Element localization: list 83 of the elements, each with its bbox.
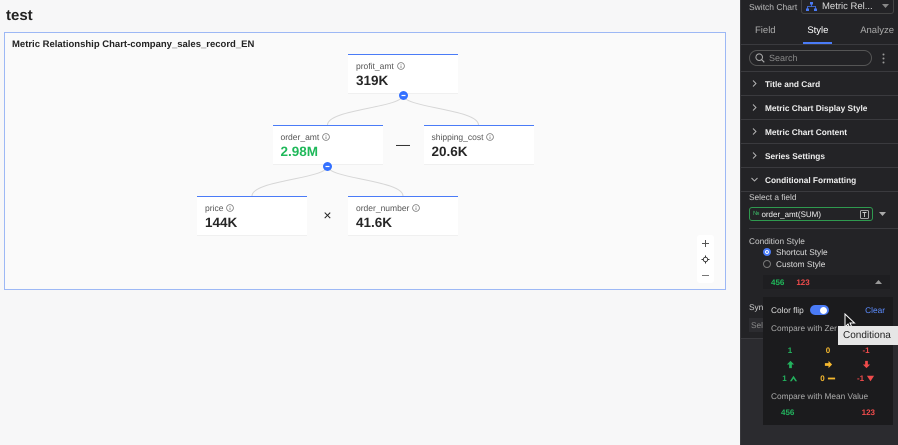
sample-with-mark[interactable]: -1 xyxy=(856,373,876,383)
collapse-icon[interactable] xyxy=(398,90,408,100)
info-icon[interactable] xyxy=(486,133,494,141)
color-flip-toggle[interactable] xyxy=(810,305,829,315)
metric-value: 2.98M xyxy=(280,144,320,159)
radio-button[interactable] xyxy=(763,248,771,256)
panel-tab[interactable]: Analyze xyxy=(856,18,898,44)
section-header[interactable]: Metric Chart Content xyxy=(741,120,898,144)
metric-value: 41.6K xyxy=(356,215,394,230)
text-type-icon xyxy=(860,210,869,218)
field-label: Select a field xyxy=(749,192,798,202)
tooltip: Conditiona xyxy=(838,326,898,345)
sample-value[interactable]: 456 xyxy=(781,407,794,417)
metric-label: price xyxy=(205,203,224,213)
panel-tab[interactable]: Field xyxy=(751,18,780,44)
metric-value: 144K xyxy=(205,215,238,230)
operator-sign: × xyxy=(322,207,333,223)
metric-label: shipping_cost xyxy=(432,132,484,142)
metric-card[interactable]: profit_amt 319K xyxy=(348,54,458,94)
section-header[interactable]: Series Settings xyxy=(741,144,898,168)
sample-with-mark[interactable]: 1 xyxy=(782,373,798,383)
section-header[interactable]: Title and Card xyxy=(741,72,898,96)
collapse-icon[interactable] xyxy=(323,162,332,170)
metric-card[interactable]: shipping_cost 20.6K xyxy=(424,125,534,165)
clear-link[interactable]: Clear xyxy=(865,305,885,315)
chevron-icon xyxy=(751,128,758,135)
mark-down-icon xyxy=(866,374,876,382)
metric-value: 319K xyxy=(356,73,390,88)
sample-with-mark[interactable]: 0 xyxy=(820,373,836,383)
zoom-in-icon[interactable] xyxy=(701,238,710,248)
chevron-icon xyxy=(751,80,758,87)
section-header[interactable]: Conditional Formatting xyxy=(741,168,898,192)
search-field[interactable]: Search xyxy=(749,50,872,66)
crosshair-icon[interactable] xyxy=(701,254,710,264)
operator-sign: — xyxy=(395,136,411,152)
metric-card[interactable]: price 144K xyxy=(197,196,307,236)
chart-card[interactable]: Metric Relationship Chart-company_sales_record_EN profit_amt 319K order_amt 2.98M price 144K order_number 41.6K shipping_cost 20.6K × — xyxy=(4,32,726,290)
chevron-icon xyxy=(751,176,758,183)
chevron-icon xyxy=(751,104,758,111)
info-icon[interactable] xyxy=(396,62,405,70)
panel-tab[interactable]: Style xyxy=(803,18,832,44)
chart-title: Metric Relationship Chart-company_sales_record_EN xyxy=(11,38,256,52)
metric-value: 20.6K xyxy=(432,144,469,159)
chevron-icon xyxy=(751,152,758,159)
sample-value[interactable]: 0 xyxy=(826,345,830,355)
info-icon[interactable] xyxy=(412,204,420,212)
metric-label: profit_amt xyxy=(356,61,394,71)
compare-mean-title: Compare with Mean Value xyxy=(771,391,870,401)
search-icon xyxy=(755,53,765,63)
hierarchy-icon xyxy=(806,2,817,10)
metric-card[interactable]: order_number 41.6K xyxy=(348,196,458,236)
metric-label: order_number xyxy=(356,203,410,213)
page-title: test xyxy=(5,6,34,26)
field-value: order_amt(SUM) xyxy=(761,210,822,218)
mark-up-icon xyxy=(788,374,798,382)
radio-button[interactable] xyxy=(763,260,771,268)
caret-icon xyxy=(882,4,889,8)
more-icon[interactable] xyxy=(882,52,885,64)
arrow-down-icon[interactable] xyxy=(862,360,870,368)
metric-label: order_amt xyxy=(280,132,320,142)
caret-icon xyxy=(875,280,882,284)
preview-value: 123 xyxy=(796,278,810,286)
info-icon[interactable] xyxy=(226,204,234,212)
arrow-up-icon[interactable] xyxy=(786,360,794,368)
section-header[interactable]: Metric Chart Display Style xyxy=(741,96,898,120)
chart-type-value: Metric Rel... xyxy=(822,0,874,12)
caret-icon[interactable] xyxy=(879,212,886,216)
chart-type-dropdown[interactable]: Metric Rel... xyxy=(801,0,894,14)
switch-chart-label: Switch Chart xyxy=(749,2,798,12)
condition-style-label: Condition Style xyxy=(749,236,806,246)
setting-label: Syn xyxy=(749,302,764,312)
sample-value[interactable]: 123 xyxy=(862,407,875,417)
metric-card[interactable]: order_amt 2.98M xyxy=(272,125,382,165)
radio-label: Custom Style xyxy=(776,259,826,269)
sample-value[interactable]: 1 xyxy=(788,345,792,355)
style-preview-dropdown[interactable]: 456 123 xyxy=(763,275,890,289)
compare-zero-title: Compare with Zer xyxy=(771,323,838,333)
radio-label: Shortcut Style xyxy=(776,247,828,257)
preview-value: 456 xyxy=(771,278,784,286)
info-icon[interactable] xyxy=(322,133,330,141)
sample-value[interactable]: -1 xyxy=(862,345,870,355)
color-flip-label: Color flip xyxy=(771,305,804,315)
arrow-flat-icon[interactable] xyxy=(824,360,832,368)
